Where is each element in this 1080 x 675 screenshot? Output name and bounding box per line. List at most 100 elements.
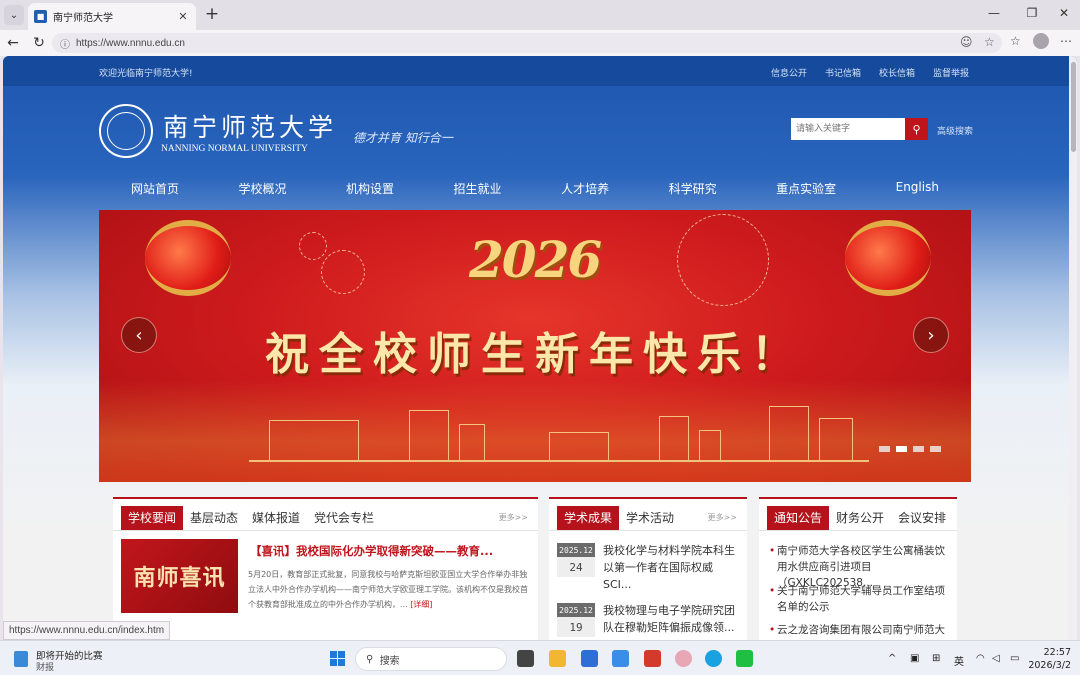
minimize-icon[interactable]: —	[984, 6, 1004, 20]
nav-overview[interactable]: 学校概况	[239, 180, 287, 204]
notice-tabs: 通知公告 财务公开 会议安排	[759, 505, 957, 531]
start-windows-icon[interactable]	[330, 651, 345, 666]
tab-media[interactable]: 媒体报道	[245, 506, 307, 530]
tab-school-news[interactable]: 学校要闻	[121, 505, 184, 530]
clock-time[interactable]: 22:57	[1031, 647, 1071, 658]
firework-icon	[321, 250, 365, 294]
favorites-icon[interactable]: ☆	[1010, 34, 1021, 48]
tab-notices[interactable]: 通知公告	[767, 505, 830, 530]
logo-english-name[interactable]: NANNING NORMAL UNIVERSITY	[161, 144, 308, 154]
right-lantern-icon	[845, 220, 931, 296]
app-avatar-icon[interactable]	[675, 650, 692, 667]
achievement-item[interactable]: 我校物理与电子学院研究团队在穆勒矩阵偏振成像领...	[603, 602, 739, 636]
site-search-input[interactable]	[791, 118, 905, 140]
tab-finance[interactable]: 财务公开	[829, 506, 891, 530]
tab-list-chevron-icon[interactable]: ⌄	[4, 5, 24, 25]
nav-admissions[interactable]: 招生就业	[454, 180, 502, 204]
wps-icon[interactable]	[644, 650, 661, 667]
store-icon[interactable]	[581, 650, 598, 667]
widget-subtitle: 财报	[36, 663, 55, 673]
top-links: 信息公开 书记信箱 校长信箱 监督举报	[771, 66, 969, 79]
favorite-star-icon[interactable]: ☆	[984, 35, 995, 49]
slide-dot[interactable]	[879, 446, 890, 452]
slide-dot-active[interactable]	[896, 446, 907, 452]
school-motto: 德才并育 知行合一	[353, 131, 453, 145]
nav-home[interactable]: 网站首页	[131, 180, 179, 204]
date-day: 19	[569, 620, 583, 634]
task-view-icon[interactable]	[517, 650, 534, 667]
reader-mode-icon[interactable]: ☺	[960, 35, 973, 49]
achievements-panel: 学术成果 学术活动 更多>> 2025.12 24 我校化学与材料学院本科生以第…	[549, 497, 747, 640]
file-explorer-icon[interactable]	[549, 650, 566, 667]
tab-grassroots[interactable]: 基层动态	[183, 506, 245, 530]
volume-icon[interactable]: ◁	[992, 653, 1000, 664]
top-link-president[interactable]: 校长信箱	[879, 66, 915, 79]
achievements-more-link[interactable]: 更多>>	[708, 512, 737, 523]
tray-chevron-icon[interactable]: ^	[888, 653, 896, 664]
search-icon[interactable]: ⚲	[905, 118, 928, 140]
news-thumbnail[interactable]: 南师喜讯	[121, 539, 238, 613]
slide-dot[interactable]	[930, 446, 941, 452]
link-status-url: https://www.nnnu.edu.cn/index.htm	[3, 621, 171, 640]
logo-chinese-name[interactable]: 南宁师范大学	[163, 108, 337, 144]
nav-key-labs[interactable]: 重点实验室	[776, 180, 836, 204]
tab-meetings[interactable]: 会议安排	[891, 506, 953, 530]
site-info-icon[interactable]: ⓘ	[60, 36, 70, 51]
scrollbar-thumb[interactable]	[1071, 62, 1076, 152]
nav-organization[interactable]: 机构设置	[346, 180, 394, 204]
tab-academic-results[interactable]: 学术成果	[557, 505, 620, 530]
advanced-search-link[interactable]: 高级搜索	[937, 124, 973, 137]
tray-ime-mode-icon[interactable]: ⊞	[932, 653, 940, 664]
banner-prev-arrow-icon[interactable]: ‹	[121, 317, 157, 353]
address-input[interactable]: ⓘ https://www.nnnu.edu.cn	[52, 33, 1002, 53]
left-lantern-icon	[145, 220, 231, 296]
university-seal-logo[interactable]	[99, 104, 153, 158]
news-detail-link[interactable]: [详细]	[410, 600, 432, 609]
news-summary: 5月20日，教育部正式批复，同意我校与哈萨克斯坦欧亚国立大学合作举办非独立法人中…	[248, 567, 530, 612]
widgets-icon[interactable]	[14, 651, 28, 667]
restore-icon[interactable]: ❐	[1022, 6, 1042, 20]
welcome-text: 欢迎光临南宁师范大学!	[99, 69, 193, 79]
tab-academic-events[interactable]: 学术活动	[619, 506, 681, 530]
top-link-info[interactable]: 信息公开	[771, 66, 807, 79]
banner-next-arrow-icon[interactable]: ›	[913, 317, 949, 353]
top-strip: 欢迎光临南宁师范大学! 信息公开 书记信箱 校长信箱 监督举报	[3, 56, 1069, 86]
battery-icon[interactable]: ▭	[1010, 653, 1019, 664]
more-menu-icon[interactable]: ⋯	[1060, 34, 1072, 48]
page-viewport: 欢迎光临南宁师范大学! 信息公开 书记信箱 校长信箱 监督举报 南宁师范大学 N…	[3, 56, 1077, 640]
news-headline[interactable]: 【喜讯】我校国际化办学取得新突破——教育...	[250, 543, 493, 559]
taskbar-search-input[interactable]: ⚲ 搜索	[355, 647, 507, 671]
edge-browser-icon[interactable]	[705, 650, 722, 667]
clock-date[interactable]: 2026/3/2	[1023, 660, 1071, 671]
page-scrollbar[interactable]	[1069, 56, 1077, 640]
tab-close-icon[interactable]: ✕	[176, 10, 190, 23]
news-more-link[interactable]: 更多>>	[499, 512, 528, 523]
notice-item[interactable]: 关于南宁师范大学辅导员工作室结项名单的公示	[769, 583, 951, 615]
nav-education[interactable]: 人才培养	[561, 180, 609, 204]
tab-party-congress[interactable]: 党代会专栏	[307, 506, 381, 530]
profile-avatar[interactable]	[1033, 33, 1049, 49]
new-tab-plus-icon[interactable]: +	[202, 4, 222, 24]
achievement-item[interactable]: 我校化学与材料学院本科生以第一作者在国际权威SCI...	[603, 542, 739, 593]
tab-title: 南宁师范大学	[53, 13, 113, 24]
slide-dot[interactable]	[913, 446, 924, 452]
campus-skyline	[249, 406, 869, 462]
ime-language[interactable]: 英	[954, 653, 964, 668]
notice-item[interactable]: 云之龙咨询集团有限公司南宁师范大学	[769, 622, 951, 640]
nav-english[interactable]: English	[896, 180, 939, 204]
wifi-icon[interactable]: ◠	[976, 653, 985, 664]
site-favicon-icon: ■	[34, 10, 47, 23]
banner-pagination	[879, 446, 941, 452]
back-arrow-icon[interactable]: ←	[4, 34, 22, 52]
date-badge: 2025.12 24	[557, 543, 595, 577]
window-close-icon[interactable]: ✕	[1054, 6, 1074, 20]
reload-icon[interactable]: ↻	[30, 34, 48, 52]
nav-research[interactable]: 科学研究	[669, 180, 717, 204]
wechat-icon[interactable]	[736, 650, 753, 667]
top-link-report[interactable]: 监督举报	[933, 66, 969, 79]
browser-tab[interactable]: ■ 南宁师范大学 ✕	[28, 3, 196, 30]
tray-app-icon[interactable]: ▣	[910, 653, 919, 664]
top-link-secretary[interactable]: 书记信箱	[825, 66, 861, 79]
app-icon[interactable]	[612, 650, 629, 667]
banner-slider[interactable]: 2026 祝全校师生新年快乐！ ‹ ›	[99, 210, 971, 482]
